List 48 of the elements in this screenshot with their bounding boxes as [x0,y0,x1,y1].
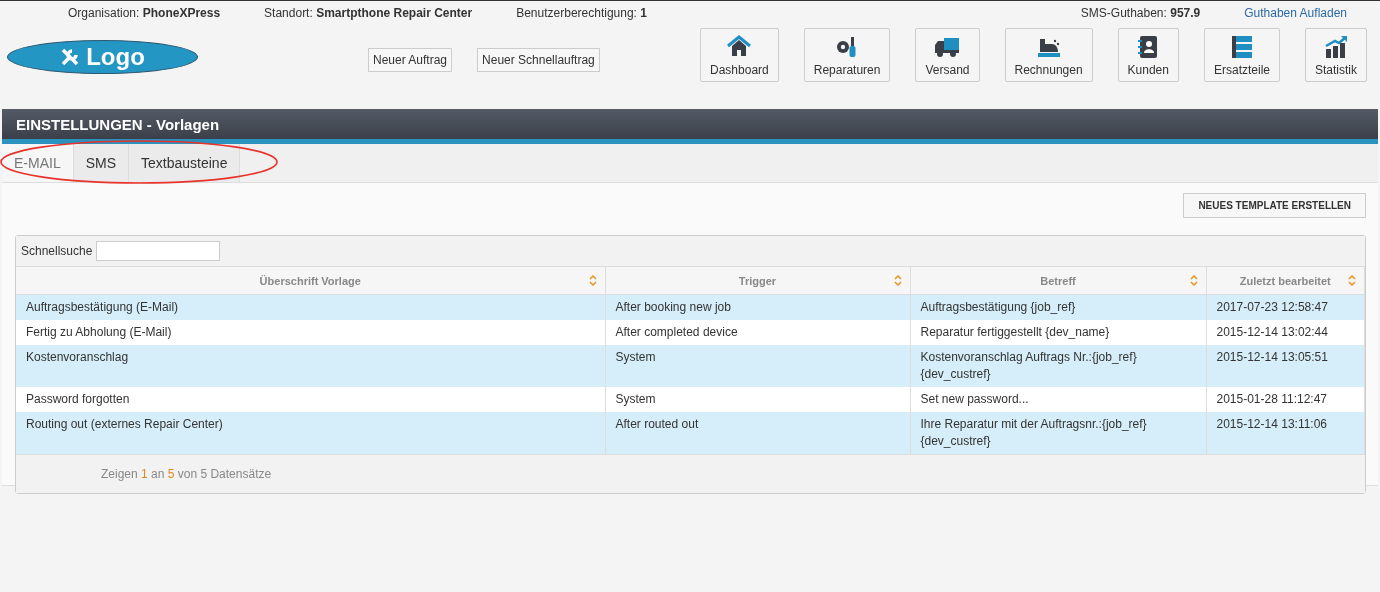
new-order-button[interactable]: Neuer Auftrag [368,48,453,72]
tab[interactable]: E-MAIL [2,144,74,182]
table-cell: Set new password... [920,392,1029,406]
sort-icon[interactable] [1189,275,1198,286]
table-cell: Kostenvoranschlag [26,350,129,364]
sort-icon[interactable] [1348,275,1356,286]
table-cell: Password forgotten [26,392,130,406]
permission-label: Benutzerberechtigung: 1 [516,6,647,20]
table-cell: 2015-12-14 13:02:44 [1216,325,1328,339]
table-cell: System [615,350,656,364]
nav-button[interactable]: Dashboard [700,28,779,82]
tab[interactable]: Textbausteine [129,144,241,182]
location-label: Standort: Smartpthone Repair Center [264,6,473,20]
top-up-link[interactable]: Guthaben Aufladen [1244,6,1347,20]
table-cell: Auftragsbestätigung {job_ref} [920,300,1076,314]
new-order-button[interactable]: Neuer Schnellauftrag [477,48,600,72]
table-cell: After routed out [615,417,699,431]
create-template-button[interactable]: NEUES TEMPLATE ERSTELLEN [1183,193,1366,218]
table-cell: Kostenvoranschlag Auftrags Nr.:{job_ref} {dev_custref} [920,350,1137,381]
table-cell: After completed device [615,325,738,339]
sort-icon[interactable] [893,275,902,286]
nav-button[interactable]: Rechnungen [1004,28,1093,82]
tab[interactable]: SMS [73,144,130,182]
logo: Logo [7,40,198,74]
table-cell: System [615,392,656,406]
page-title: EINSTELLUNGEN - Vorlagen [2,109,1378,144]
nav-button[interactable]: Kunden [1117,28,1179,82]
table-cell: Auftragsbestätigung (E-Mail) [26,300,179,314]
nav-button[interactable]: Versand [915,28,980,82]
sms-credit-label: SMS-Guthaben: 957.9 [1080,6,1201,20]
nav-button[interactable]: Reparaturen [803,28,891,82]
table-cell: Routing out (externes Repair Center) [26,417,223,431]
search-label: Schnellsuche [21,244,93,258]
nav-button[interactable]: Ersatzteile [1203,28,1280,82]
table-cell: Reparatur fertiggestellt {dev_name} [920,325,1110,339]
record-count: Zeigen 1 an 5 von 5 Datensätze [101,467,272,481]
table-cell: Fertig zu Abholung (E-Mail) [26,325,172,339]
table-cell: 2015-12-14 13:05:51 [1216,350,1328,364]
table-cell: 2015-12-14 13:11:06 [1216,417,1328,431]
chart-icon [1323,34,1349,60]
table-cell: 2015-01-28 11:12:47 [1216,392,1328,406]
table-cell: After booking new job [615,300,731,314]
search-field[interactable] [96,241,221,261]
nav-button[interactable]: Statistik [1305,28,1367,82]
table-cell: 2017-07-23 12:58:47 [1216,300,1328,314]
sort-icon[interactable] [588,275,597,286]
table-cell: Ihre Reparatur mit der Auftragsnr.:{job_ref} {dev_custref} [920,417,1147,448]
organisation-label: Organisation: PhoneXPress [68,6,221,20]
